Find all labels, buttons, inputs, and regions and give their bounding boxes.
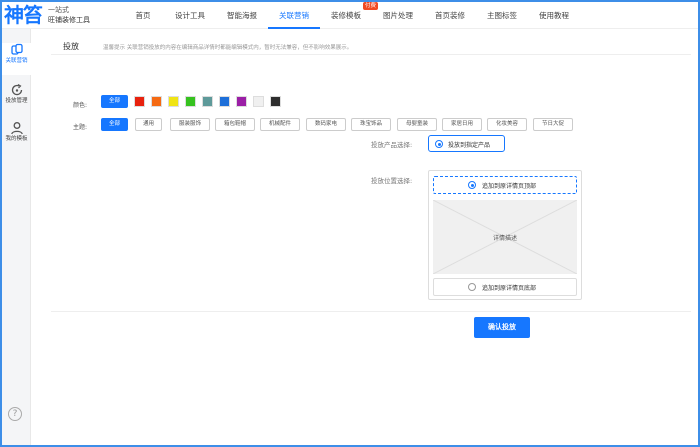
nav-tutorial[interactable]: 使用教程 [528, 2, 580, 29]
topic-jewelry[interactable]: 珠宝饰品 [351, 118, 391, 131]
section-title: 投放 [63, 42, 79, 51]
sidebar-item-delivery-management[interactable]: 投放管理 [2, 83, 31, 115]
position-bottom-label: 追加到原详情页底部 [482, 285, 537, 292]
color-swatch-white[interactable] [253, 96, 264, 107]
topic-filter-label: 主题: [73, 124, 88, 131]
sidebar: 关联营销 投放管理 我的模板 ? [2, 29, 31, 445]
color-swatch-blue[interactable] [219, 96, 230, 107]
sidebar-item-label: 我的模板 [5, 136, 28, 142]
topic-bags-shoes[interactable]: 箱包鞋帽 [215, 118, 255, 131]
nav-decoration-templates[interactable]: 装修模板 付费 [320, 2, 378, 29]
brand-slogan: 一站式 旺铺装修工具 [48, 5, 90, 25]
sidebar-item-related-marketing[interactable]: 关联营销 [2, 43, 31, 75]
section-divider [51, 311, 691, 312]
main-nav: 首页 设计工具 智能海报 关联营销 装修模板 付费 图片处理 首页装修 主图标签… [122, 2, 580, 29]
product-select-option[interactable]: 投放到指定产品 [428, 135, 505, 152]
sidebar-item-my-templates[interactable]: 我的模板 [2, 121, 31, 153]
link-copy-icon [10, 43, 23, 55]
section-header: 投放 温馨提示 关联营销投放的内容在编辑商品详情时都能编辑模式内，暂时无法兼容，… [51, 37, 691, 55]
color-swatch-green[interactable] [185, 96, 196, 107]
topic-all-button[interactable]: 全部 [101, 118, 128, 131]
position-bottom-option[interactable]: 追加到原详情页底部 [433, 278, 577, 296]
nav-main-image-tags[interactable]: 主图标签 [476, 2, 528, 29]
position-top-option[interactable]: 追加到原详情页顶部 [433, 176, 577, 194]
user-icon [10, 122, 23, 135]
topic-baby-kids[interactable]: 母婴童装 [397, 118, 437, 131]
topic-holiday-sale[interactable]: 节日大促 [533, 118, 573, 131]
detail-description-placeholder: 详情描述 [433, 200, 577, 274]
position-top-label: 追加到原详情页顶部 [482, 183, 537, 190]
radio-selected-icon [468, 181, 476, 189]
nav-image-processing[interactable]: 图片处理 [372, 2, 424, 29]
app-frame: 神笞 一站式 旺铺装修工具 首页 设计工具 智能海报 关联营销 装修模板 付费 … [2, 2, 698, 445]
topic-general[interactable]: 通用 [135, 118, 162, 131]
placeholder-text: 详情描述 [492, 235, 517, 242]
topic-apparel[interactable]: 服装服饰 [170, 118, 210, 131]
product-select-label: 投放产品选择: [371, 141, 413, 149]
radio-selected-icon [435, 140, 443, 148]
color-swatch-yellow[interactable] [168, 96, 179, 107]
nav-smart-poster[interactable]: 智能海报 [216, 2, 268, 29]
nav-design-tools[interactable]: 设计工具 [164, 2, 216, 29]
product-select-option-label: 投放到指定产品 [448, 142, 491, 149]
color-swatch-teal[interactable] [202, 96, 213, 107]
position-select-label: 投放位置选择: [371, 177, 413, 185]
color-all-button[interactable]: 全部 [101, 95, 128, 108]
color-swatch-purple[interactable] [236, 96, 247, 107]
color-swatch-black[interactable] [270, 96, 281, 107]
topic-machinery[interactable]: 机械配件 [260, 118, 300, 131]
sidebar-item-label: 投放管理 [5, 98, 28, 104]
topic-home[interactable]: 家居日用 [442, 118, 482, 131]
color-swatch-red[interactable] [134, 96, 145, 107]
nav-home[interactable]: 首页 [122, 2, 164, 29]
topic-beauty[interactable]: 化妆美容 [487, 118, 527, 131]
nav-decoration-templates-label: 装修模板 [331, 11, 361, 20]
top-bar: 神笞 一站式 旺铺装修工具 首页 设计工具 智能海报 关联营销 装修模板 付费 … [2, 2, 698, 29]
topic-electronics[interactable]: 数码家电 [306, 118, 346, 131]
nav-related-marketing[interactable]: 关联营销 [268, 2, 320, 29]
confirm-delivery-button[interactable]: 确认投放 [474, 317, 530, 338]
position-select-box: 追加到原详情页顶部 详情描述 追加到原详情页底部 [428, 170, 582, 300]
color-filter-label: 颜色: [73, 102, 88, 109]
refresh-manage-icon [11, 83, 22, 96]
radio-unselected-icon [468, 283, 476, 291]
section-tip: 温馨提示 关联营销投放的内容在编辑商品详情时都能编辑模式内，暂时无法兼容，但不影… [103, 45, 353, 51]
help-icon[interactable]: ? [8, 407, 22, 421]
slogan-line-1: 一站式 [48, 6, 69, 14]
sidebar-item-label: 关联营销 [5, 58, 28, 64]
main-content: 投放 温馨提示 关联营销投放的内容在编辑商品详情时都能编辑模式内，暂时无法兼容，… [31, 29, 698, 445]
nav-homepage-decoration[interactable]: 首页装修 [424, 2, 476, 29]
brand-logo[interactable]: 神笞 [4, 3, 44, 27]
color-swatch-orange[interactable] [151, 96, 162, 107]
slogan-line-2: 旺铺装修工具 [48, 16, 90, 24]
